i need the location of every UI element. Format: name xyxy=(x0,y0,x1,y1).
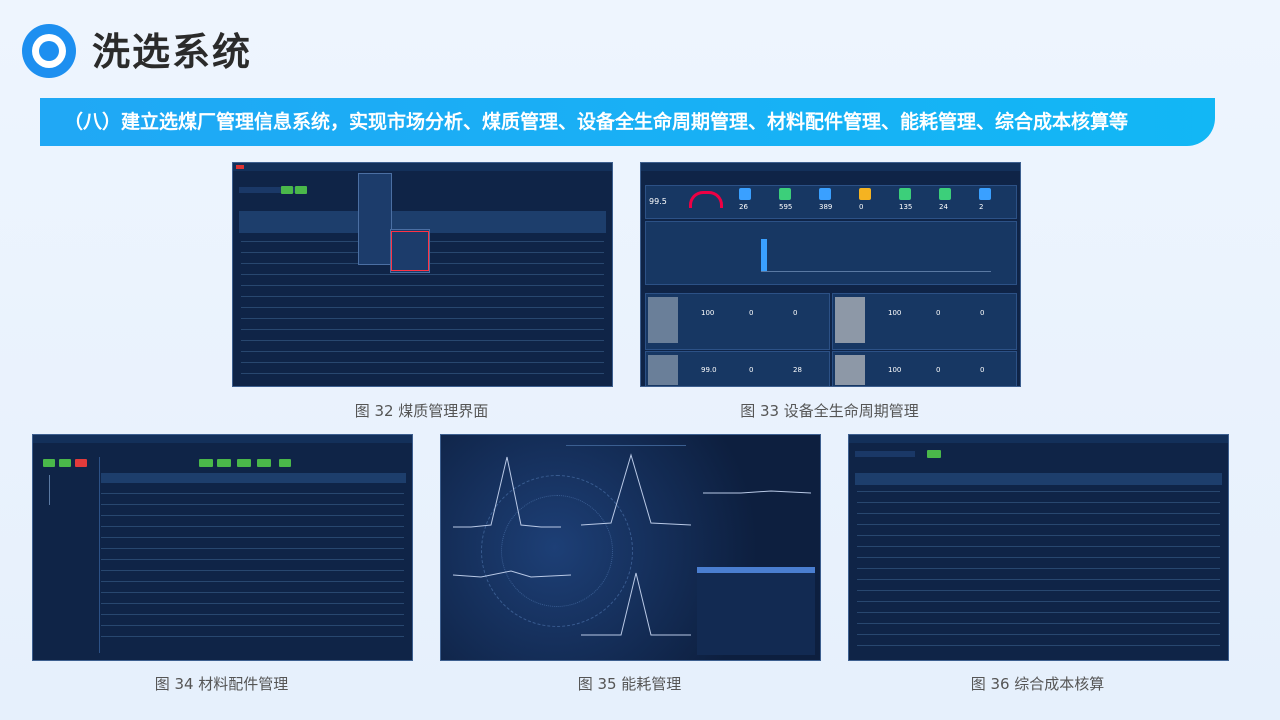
stat-value: 389 xyxy=(819,203,833,211)
figure-33-caption: 图 33 设备全生命周期管理 xyxy=(740,402,919,420)
section-banner: （八）建立选煤厂管理信息系统，实现市场分析、煤质管理、设备全生命周期管理、材料配… xyxy=(40,98,1215,146)
figure-32-caption: 图 32 煤质管理界面 xyxy=(354,402,489,420)
card-value: 0 xyxy=(793,309,798,317)
stat-value: 135 xyxy=(899,203,913,211)
card-value: 100 xyxy=(701,309,715,317)
dropdown-menu xyxy=(358,173,392,265)
figure-35-caption: 图 35 能耗管理 xyxy=(577,675,682,693)
card-value: 0 xyxy=(936,309,941,317)
stat-value: 0 xyxy=(859,203,864,211)
logo-circle-icon xyxy=(22,24,76,78)
figure-equipment-lifecycle-screenshot: 99.5 26 595 389 0 135 24 2 100 0 0 100 0… xyxy=(640,162,1021,387)
figure-energy-screenshot xyxy=(440,434,821,661)
figure-34-caption: 图 34 材料配件管理 xyxy=(154,675,289,693)
stat-value: 26 xyxy=(739,203,748,211)
stat-value: 24 xyxy=(939,203,948,211)
page-title: 洗选系统 xyxy=(92,30,253,74)
card-value: 28 xyxy=(793,366,802,374)
card-value: 0 xyxy=(749,366,754,374)
figure-36-caption: 图 36 综合成本核算 xyxy=(970,675,1105,693)
card-value: 0 xyxy=(980,366,985,374)
figure-coal-quality-screenshot xyxy=(232,162,613,387)
card-value: 0 xyxy=(980,309,985,317)
card-value: 0 xyxy=(749,309,754,317)
figure-cost-accounting-screenshot xyxy=(848,434,1229,661)
stat-value: 2 xyxy=(979,203,984,211)
stat-value: 595 xyxy=(779,203,793,211)
card-value: 0 xyxy=(936,366,941,374)
banner-text: （八）建立选煤厂管理信息系统，实现市场分析、煤质管理、设备全生命周期管理、材料配… xyxy=(64,111,1129,133)
card-value: 99.0 xyxy=(701,366,717,374)
card-value: 100 xyxy=(888,309,902,317)
figure-material-parts-screenshot xyxy=(32,434,413,661)
card-value: 100 xyxy=(888,366,902,374)
stat-value: 99.5 xyxy=(649,197,667,206)
